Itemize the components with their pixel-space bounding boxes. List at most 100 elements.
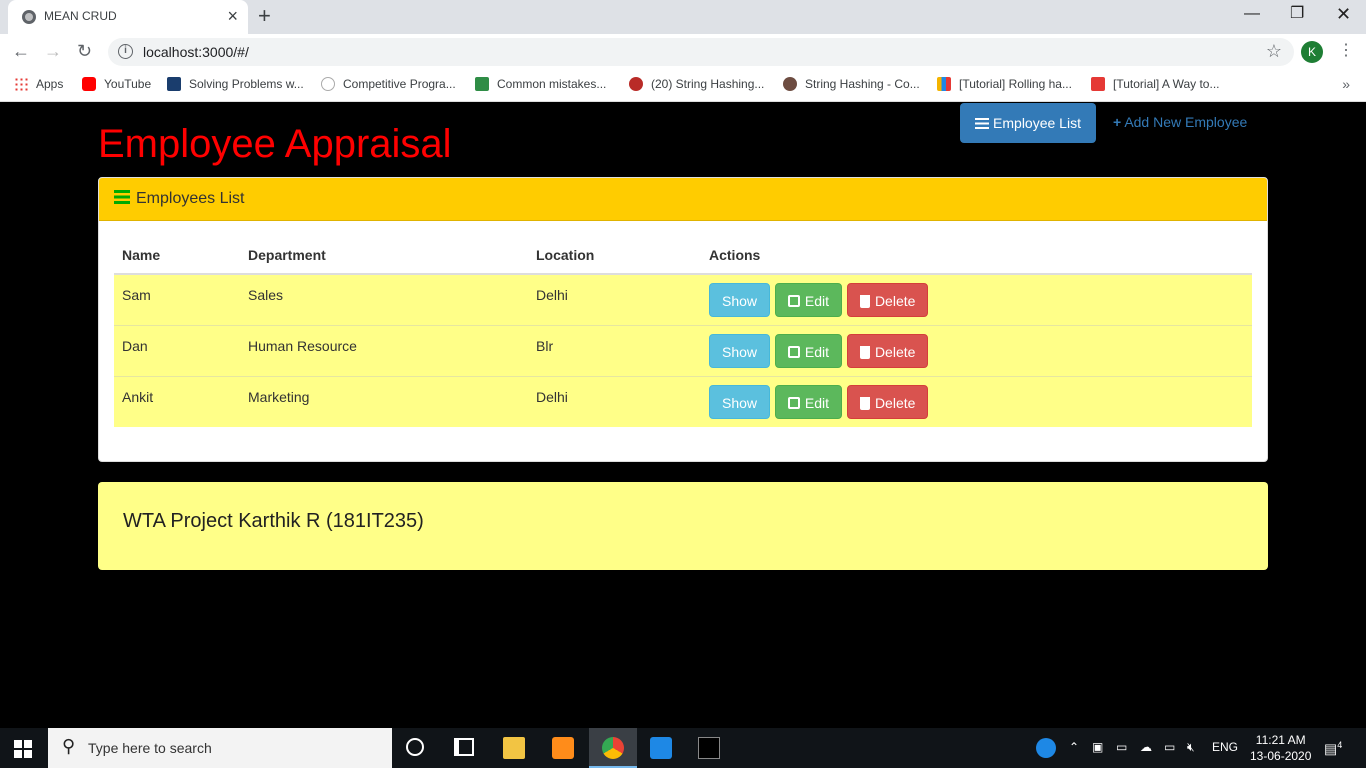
new-tab-button[interactable]: + — [258, 4, 271, 28]
cell-location: Delhi — [528, 273, 701, 325]
cell-actions: Show Edit Delete — [701, 324, 1252, 376]
delete-button[interactable]: Delete — [846, 283, 929, 317]
geeksforgeeks-icon — [475, 77, 489, 91]
info-icon[interactable]: i — [118, 44, 133, 59]
more-bookmarks-icon[interactable]: » — [1342, 76, 1350, 92]
cortana-icon[interactable] — [406, 738, 424, 756]
column-header-name: Name — [114, 236, 240, 275]
trash-icon — [859, 345, 870, 359]
list-icon — [975, 118, 990, 129]
cell-actions: Show Edit Delete — [701, 375, 1252, 427]
terminal-icon[interactable] — [698, 737, 720, 759]
chevron-up-icon[interactable]: ⌃ — [1069, 740, 1079, 754]
volume-muted-icon[interactable]: 🔇︎ — [1187, 740, 1195, 755]
cell-name: Ankit — [114, 375, 240, 427]
edit-icon — [787, 396, 800, 409]
bookmark-star-icon[interactable]: ☆ — [1266, 41, 1282, 62]
show-button[interactable]: Show — [709, 384, 771, 419]
youtube-icon — [82, 77, 96, 91]
cell-name: Dan — [114, 324, 240, 376]
address-bar[interactable]: i localhost:3000/#/ ☆ — [108, 38, 1294, 66]
show-button[interactable]: Show — [709, 283, 771, 317]
forward-arrow-icon[interactable]: → — [44, 40, 62, 62]
windows-start-icon[interactable] — [14, 740, 32, 758]
sublime-text-icon[interactable] — [552, 737, 574, 759]
taskbar-search-placeholder: Type here to search — [88, 740, 212, 756]
show-button[interactable]: Show — [709, 333, 771, 368]
task-view-icon[interactable] — [454, 738, 474, 756]
bookmark-common-mistakes[interactable]: Common mistakes... — [475, 77, 606, 91]
delete-button[interactable]: Delete — [846, 384, 929, 419]
edit-button[interactable]: Edit — [774, 333, 843, 368]
footer-text: WTA Project Karthik R (181IT235) — [123, 510, 424, 532]
pdf-icon — [1091, 77, 1105, 91]
clock-date: 13-06-2020 — [1250, 749, 1312, 763]
plus-icon: + — [1113, 114, 1122, 130]
apps-grid-icon — [14, 77, 28, 91]
notifications-icon[interactable]: ▤4 — [1324, 740, 1342, 758]
cell-department: Human Resource — [240, 324, 528, 376]
clock[interactable]: 11:21 AM 13-06-2020 — [1250, 732, 1311, 764]
codeforces-icon — [937, 77, 951, 91]
table-row: Dan Human Resource Blr Show Edit Delete — [114, 324, 1252, 376]
site-icon — [167, 77, 181, 91]
footer-panel: WTA Project Karthik R (181IT235) — [98, 482, 1268, 570]
file-explorer-icon[interactable] — [503, 737, 525, 759]
reload-icon[interactable]: ↻ — [77, 40, 92, 62]
panel-title: Employees List — [136, 190, 245, 207]
table-row: Sam Sales Delhi Show Edit Delete — [114, 273, 1252, 325]
edit-button[interactable]: Edit — [774, 283, 843, 317]
bookmark-string-hashing-quora[interactable]: (20) String Hashing... — [629, 77, 764, 91]
cell-department: Marketing — [240, 375, 528, 427]
search-icon: ⚲ — [62, 736, 76, 756]
cell-location: Delhi — [528, 375, 701, 427]
tray-app-icon[interactable]: ▣ — [1092, 740, 1103, 754]
bookmark-a-way-to[interactable]: [Tutorial] A Way to... — [1091, 77, 1219, 91]
nav-employee-list[interactable]: Employee List — [960, 103, 1096, 143]
trash-icon — [859, 295, 870, 308]
bookmark-youtube[interactable]: YouTube — [82, 77, 151, 91]
bookmark-string-hashing-co[interactable]: String Hashing - Co... — [783, 77, 920, 91]
employees-table: Name Department Location Actions Sam Sal… — [114, 236, 1252, 427]
browser-menu-icon[interactable]: ⋮ — [1338, 41, 1354, 61]
profile-avatar[interactable]: K — [1301, 41, 1323, 63]
column-header-actions: Actions — [701, 236, 1252, 275]
clock-time: 11:21 AM — [1255, 733, 1306, 747]
edit-button[interactable]: Edit — [774, 384, 843, 419]
restore-icon[interactable]: ❐ — [1290, 4, 1304, 24]
bookmark-competitive-programming[interactable]: Competitive Progra... — [321, 77, 456, 91]
column-header-department: Department — [240, 236, 528, 275]
nav-add-new-employee[interactable]: + Add New Employee — [1113, 114, 1247, 130]
panel-heading: Employees List — [99, 178, 1267, 221]
page-title: Employee Appraisal — [98, 122, 452, 166]
cell-department: Sales — [240, 273, 528, 325]
browser-tab[interactable]: MEAN CRUD × — [8, 0, 248, 34]
help-icon[interactable] — [1036, 738, 1056, 758]
bookmark-apps[interactable]: Apps — [14, 77, 63, 91]
battery-icon[interactable]: ▭ — [1116, 740, 1127, 754]
bookmark-solving-problems[interactable]: Solving Problems w... — [167, 77, 304, 91]
back-arrow-icon[interactable]: ← — [12, 40, 30, 62]
bookmark-rolling-hash[interactable]: [Tutorial] Rolling ha... — [937, 77, 1072, 91]
globe-icon — [22, 10, 36, 24]
delete-button[interactable]: Delete — [846, 333, 929, 368]
network-icon[interactable]: ▭ — [1164, 740, 1175, 754]
bookmarks-bar: Apps YouTube Solving Problems w... Compe… — [0, 70, 1366, 102]
minimize-icon[interactable]: — — [1244, 4, 1260, 24]
language-indicator[interactable]: ENG — [1212, 740, 1238, 754]
url-text[interactable]: localhost:3000/#/ — [143, 44, 249, 60]
browser-toolbar: ← → ↻ i localhost:3000/#/ ☆ K ⋮ — [0, 34, 1366, 70]
cloud-icon[interactable]: ☁ — [1140, 740, 1152, 754]
browser-tab-strip: MEAN CRUD × + — ❐ ✕ — [0, 0, 1366, 34]
list-icon — [114, 190, 130, 204]
wps-writer-icon[interactable] — [650, 737, 672, 759]
notification-count: 4 — [1337, 740, 1343, 750]
window-close-icon[interactable]: ✕ — [1336, 4, 1351, 24]
edit-icon — [787, 345, 800, 358]
site-icon — [783, 77, 797, 91]
tab-close-icon[interactable]: × — [227, 6, 238, 26]
taskbar-search[interactable]: ⚲ Type here to search — [48, 728, 392, 768]
taskbar: ⚲ Type here to search ⌃ ▣ ▭ ☁ ▭ 🔇︎ ENG 1… — [0, 728, 1366, 768]
chrome-icon[interactable] — [602, 737, 624, 759]
cell-actions: Show Edit Delete — [701, 273, 1252, 325]
